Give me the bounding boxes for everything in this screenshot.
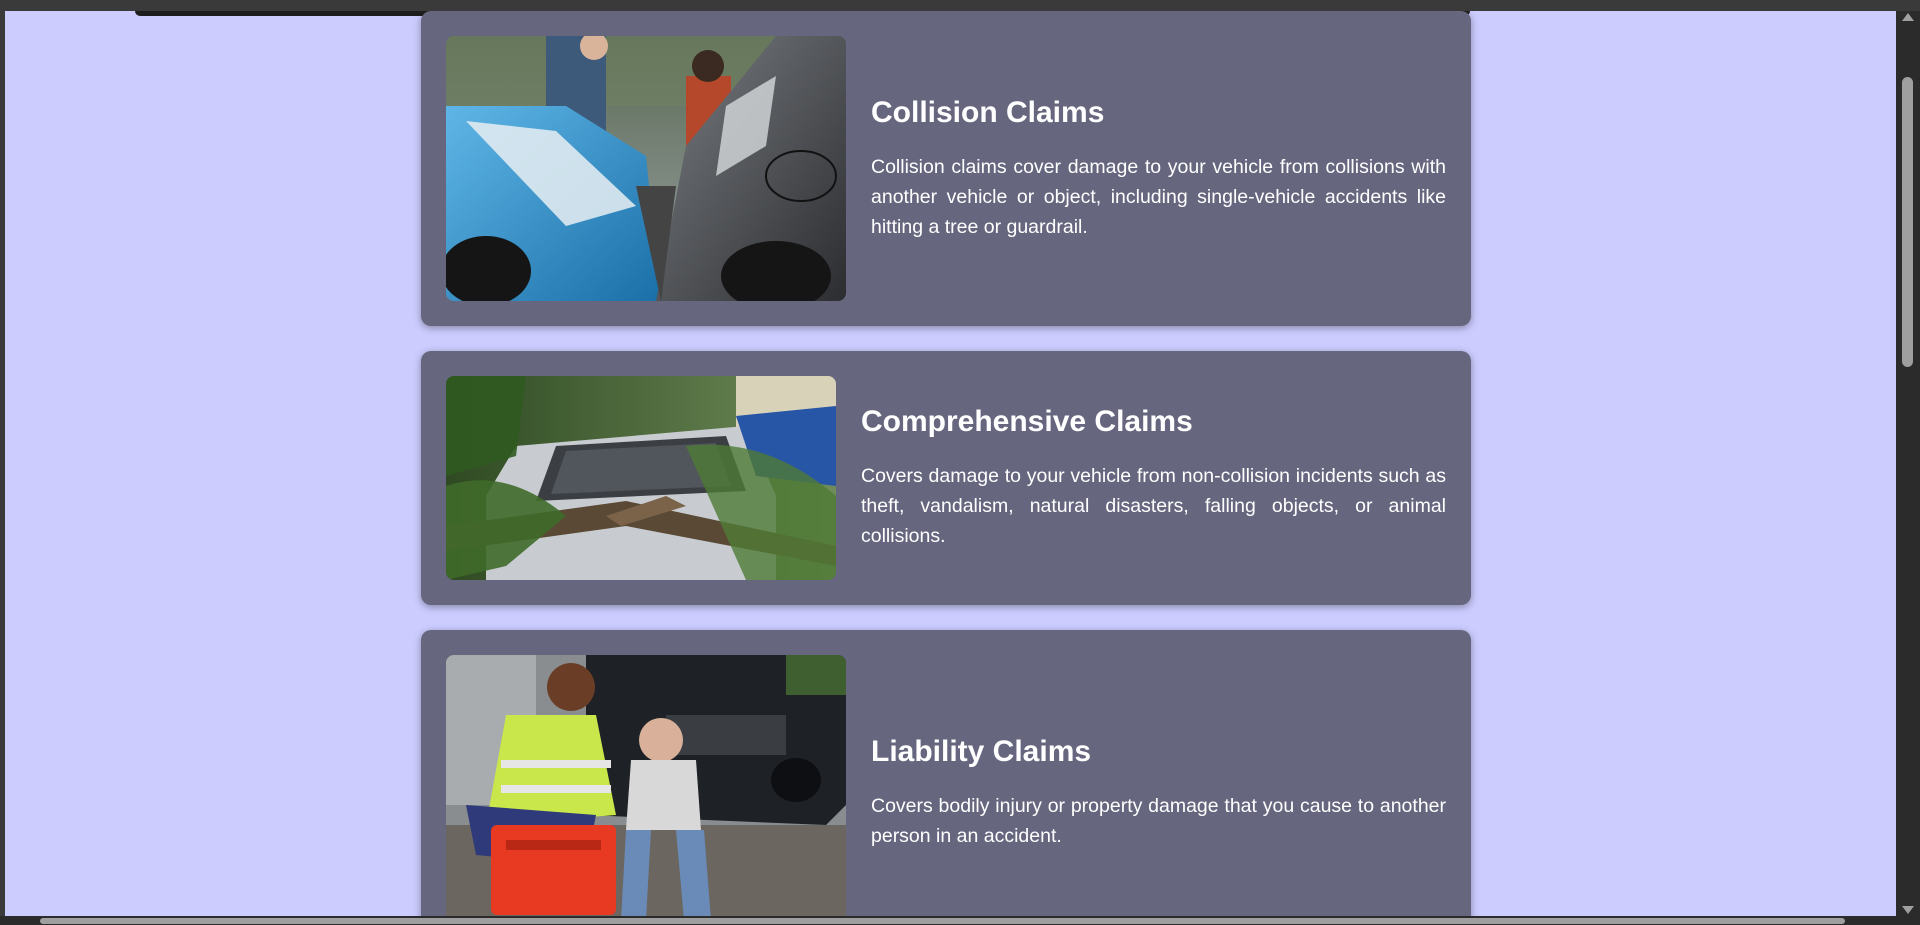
comprehensive-image xyxy=(446,376,836,580)
comprehensive-text: Comprehensive Claims Covers damage to yo… xyxy=(861,405,1446,551)
claim-card-liability: Liability Claims Covers bodily injury or… xyxy=(421,630,1471,916)
scroll-up-arrow-icon[interactable] xyxy=(1902,13,1914,21)
liability-image xyxy=(446,655,846,916)
horizontal-scrollbar[interactable] xyxy=(0,916,1920,925)
card-title: Collision Claims xyxy=(871,95,1105,129)
claim-card-collision: Collision Claims Collision claims cover … xyxy=(421,11,1471,326)
card-description: Collision claims cover damage to your ve… xyxy=(871,155,1446,238)
card-description: Covers bodily injury or property damage … xyxy=(871,795,1446,847)
card-description: Covers damage to your vehicle from non-c… xyxy=(861,465,1446,547)
liability-text: Liability Claims Covers bodily injury or… xyxy=(871,735,1446,851)
collision-image xyxy=(446,36,846,301)
page-viewport: Collision Claims Collision claims cover … xyxy=(5,11,1896,916)
collision-text: Collision Claims Collision claims cover … xyxy=(871,96,1446,242)
scroll-down-arrow-icon[interactable] xyxy=(1902,906,1914,914)
card-title: Liability Claims xyxy=(871,735,1092,768)
vertical-scroll-thumb[interactable] xyxy=(1902,77,1913,367)
card-title: Comprehensive Claims xyxy=(861,405,1193,438)
horizontal-scroll-thumb[interactable] xyxy=(40,918,1845,924)
claim-card-comprehensive: Comprehensive Claims Covers damage to yo… xyxy=(421,351,1471,605)
vertical-scrollbar[interactable] xyxy=(1896,11,1920,916)
